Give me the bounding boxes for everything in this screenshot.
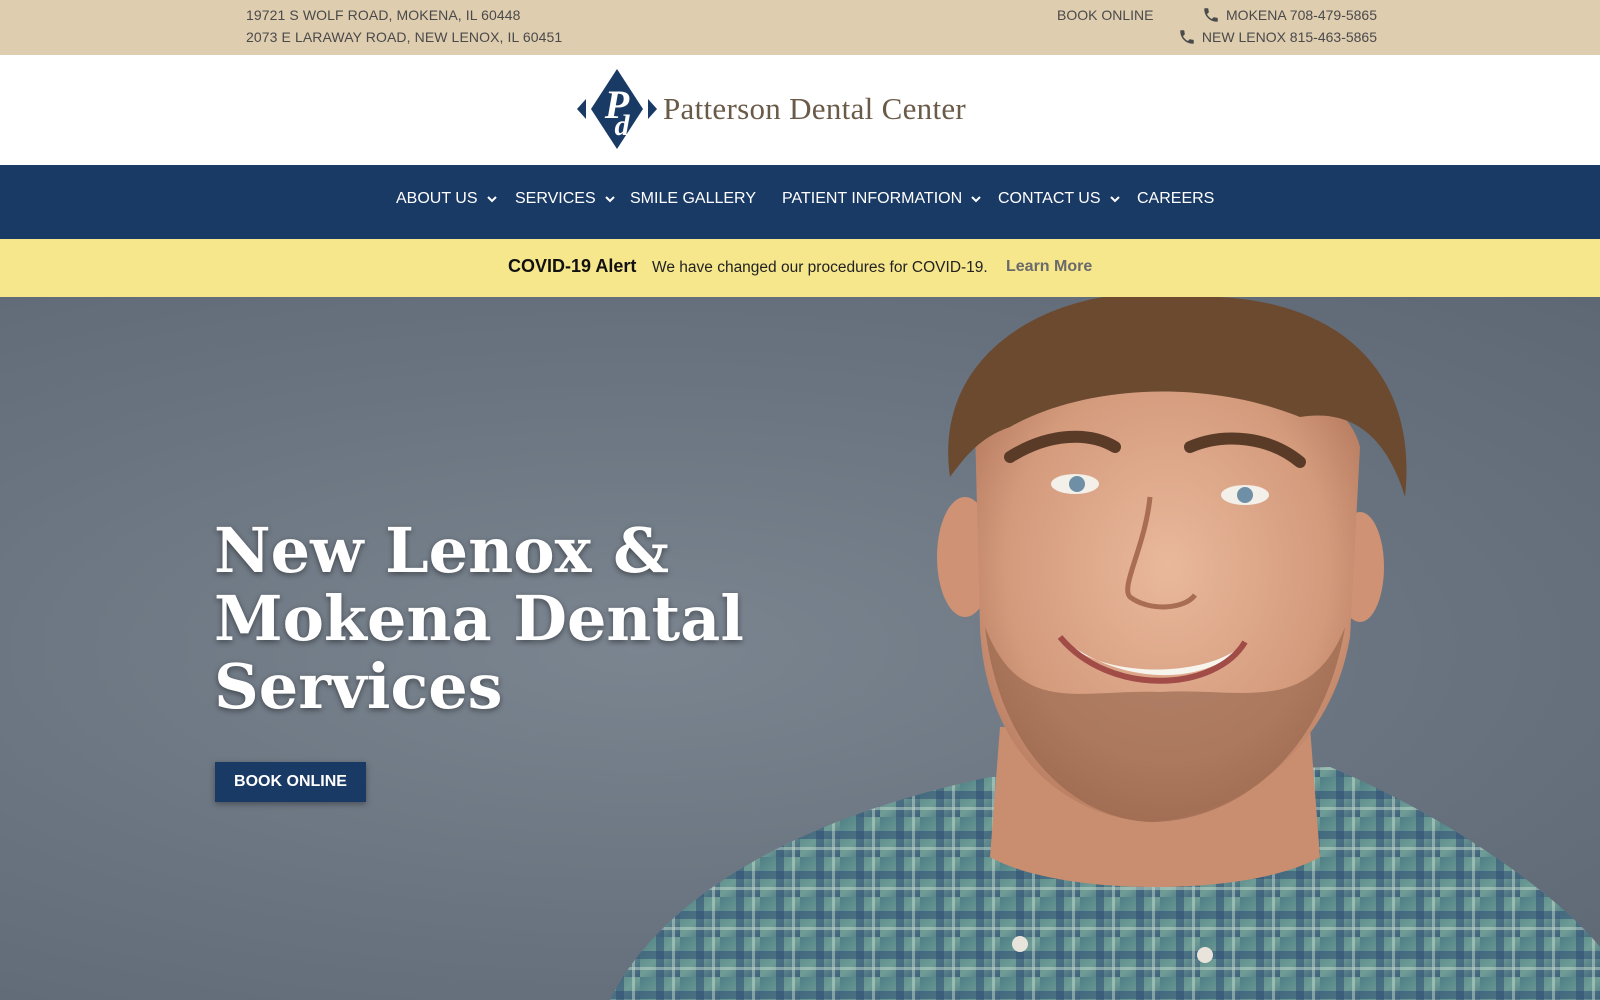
alert-message: We have changed our procedures for COVID… bbox=[652, 259, 988, 276]
nav-item-careers[interactable]: CAREERS bbox=[1137, 190, 1214, 208]
book-online-link[interactable]: BOOK ONLINE bbox=[1057, 7, 1153, 23]
phone-icon bbox=[1180, 30, 1194, 44]
covid-alert-bar: COVID-19 Alert We have changed our proce… bbox=[0, 239, 1600, 297]
hero-heading: New Lenox & Mokena Dental Services bbox=[214, 514, 744, 723]
nav-label: CAREERS bbox=[1137, 190, 1215, 207]
mokena-phone-text: MOKENA 708-479-5865 bbox=[1226, 7, 1377, 23]
new-lenox-address[interactable]: 2073 E LARAWAY ROAD, NEW LENOX, IL 60451 bbox=[246, 29, 562, 45]
top-info-bar: 19721 S WOLF ROAD, MOKENA, IL 60448 2073… bbox=[0, 0, 1600, 55]
nav-item-about-us[interactable]: ABOUT US bbox=[396, 190, 497, 208]
mokena-address[interactable]: 19721 S WOLF ROAD, MOKENA, IL 60448 bbox=[246, 7, 521, 23]
chevron-down-icon bbox=[604, 196, 615, 203]
book-online-button[interactable]: BOOK ONLINE bbox=[215, 762, 366, 802]
phone-icon bbox=[1204, 8, 1218, 22]
new-lenox-phone-text: NEW LENOX 815-463-5865 bbox=[1201, 29, 1377, 45]
new-lenox-phone-link[interactable]: NEW LENOX 815-463-5865 bbox=[1178, 28, 1377, 46]
main-navigation: ABOUT US SERVICES SMILE GALLERY PATIENT … bbox=[0, 165, 1600, 239]
nav-label: ABOUT US bbox=[396, 190, 478, 207]
learn-more-link[interactable]: Learn More bbox=[1006, 258, 1092, 276]
nav-label: SERVICES bbox=[515, 190, 596, 207]
nav-label: SMILE GALLERY bbox=[630, 190, 756, 207]
chevron-down-icon bbox=[1109, 196, 1120, 203]
site-logo[interactable]: P d Patterson Dental Center bbox=[577, 69, 966, 149]
logo-monogram-icon: P d bbox=[577, 69, 657, 149]
logo-wordmark: Patterson Dental Center bbox=[663, 91, 967, 126]
chevron-down-icon bbox=[971, 196, 981, 203]
nav-item-contact-us[interactable]: CONTACT US bbox=[998, 190, 1120, 208]
chevron-down-icon bbox=[486, 196, 497, 203]
nav-item-smile-gallery[interactable]: SMILE GALLERY bbox=[630, 190, 756, 208]
nav-item-services[interactable]: SERVICES bbox=[515, 190, 615, 208]
svg-text:d: d bbox=[615, 109, 631, 142]
nav-label: CONTACT US bbox=[998, 190, 1101, 207]
hero-banner: New Lenox & Mokena Dental Services BOOK … bbox=[0, 297, 1600, 1000]
nav-item-patient-information[interactable]: PATIENT INFORMATION bbox=[782, 190, 981, 208]
logo-band: P d Patterson Dental Center bbox=[0, 55, 1600, 165]
mokena-phone-link[interactable]: MOKENA 708-479-5865 bbox=[1202, 6, 1377, 24]
alert-title: COVID-19 Alert bbox=[508, 256, 637, 276]
nav-label: PATIENT INFORMATION bbox=[782, 190, 963, 207]
